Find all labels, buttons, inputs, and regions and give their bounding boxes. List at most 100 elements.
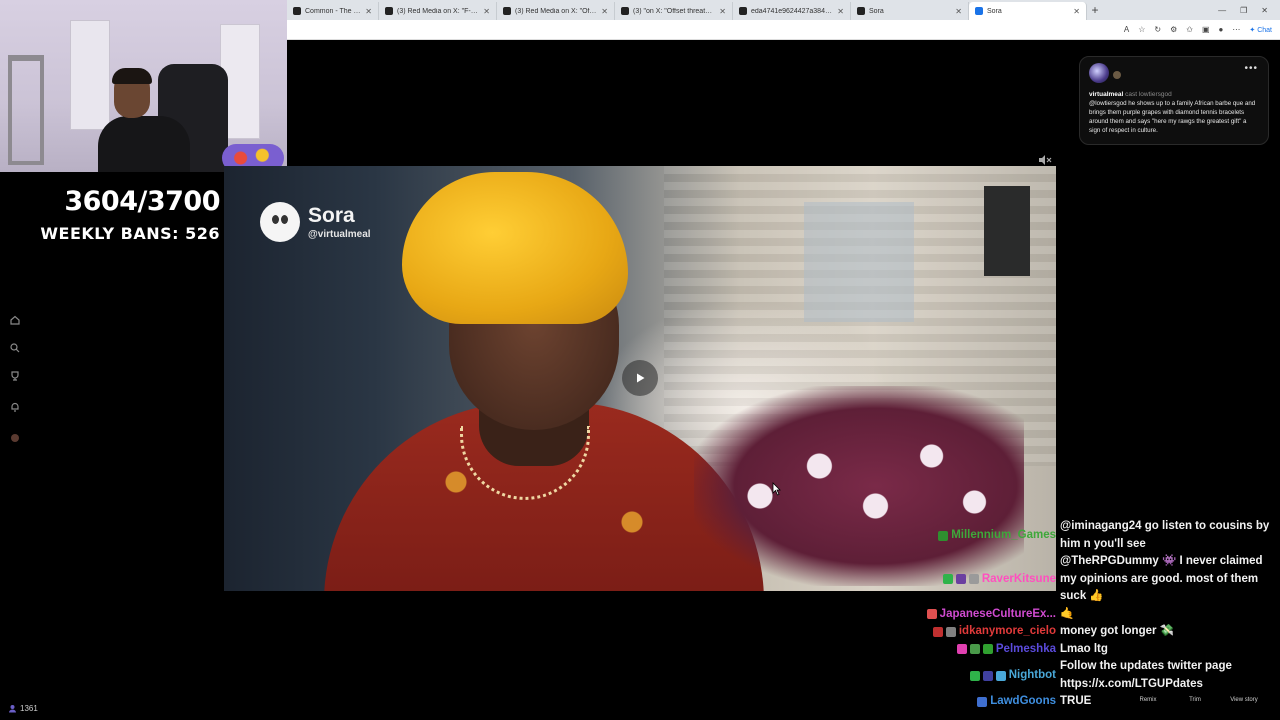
chat-text: 🤙 bbox=[1060, 607, 1075, 620]
page-favicon-icon bbox=[739, 7, 747, 15]
minimize-icon[interactable]: — bbox=[1218, 6, 1226, 15]
chat-username: Nightbot bbox=[1008, 668, 1056, 681]
streamer bbox=[98, 68, 190, 172]
mute-icon[interactable] bbox=[1038, 154, 1052, 166]
close-tab-icon[interactable]: ✕ bbox=[483, 7, 490, 16]
sora-favicon-icon bbox=[975, 7, 983, 15]
favorite-icon[interactable]: ☆ bbox=[1138, 25, 1145, 34]
post-header: virtualmeal cast lowtiersgod bbox=[1089, 91, 1259, 98]
post-cast: cast lowtiersgod bbox=[1125, 91, 1172, 98]
x-favicon-icon bbox=[503, 7, 511, 15]
close-window-icon[interactable]: ✕ bbox=[1261, 6, 1268, 15]
close-tab-icon[interactable]: ✕ bbox=[601, 7, 608, 16]
play-icon bbox=[637, 373, 645, 383]
chat-badge-icon bbox=[995, 670, 1006, 681]
home-icon[interactable] bbox=[9, 314, 21, 326]
chat-badge-icon bbox=[982, 644, 993, 655]
close-tab-icon[interactable]: ✕ bbox=[837, 7, 844, 16]
chat-text: money got longer 💸 bbox=[1060, 625, 1174, 637]
chat-badge-icon bbox=[969, 644, 980, 655]
chat-badge-icon bbox=[942, 574, 953, 585]
read-aloud-icon[interactable]: A bbox=[1124, 25, 1129, 34]
chat-badge-icon bbox=[982, 670, 993, 681]
chat-username: Millennium_Games bbox=[951, 528, 1056, 541]
chat-username: idkanymore_cielo bbox=[958, 625, 1056, 637]
chat-text: Lmao ltg bbox=[1060, 642, 1108, 655]
ban-counter: 3604/3700 bbox=[64, 186, 220, 217]
chat-message: Millennium_Games @iminagang24 go listen … bbox=[927, 518, 1272, 553]
chat-badge-icon bbox=[927, 609, 937, 620]
browser-tab[interactable]: (3) Red Media on X: "Offset Threat ✕ bbox=[497, 2, 615, 20]
browser-tab-active[interactable]: Sora ✕ bbox=[969, 2, 1087, 20]
trim-button[interactable]: Trim bbox=[1175, 697, 1215, 703]
chat-badge-icon bbox=[932, 626, 943, 637]
play-button[interactable] bbox=[622, 360, 658, 396]
chat-username: Pelmeshka bbox=[995, 642, 1056, 655]
post-caption: @lowtiersgod he shows up to a family Afr… bbox=[1089, 100, 1256, 134]
watermark-handle: @virtualmeal bbox=[308, 228, 371, 240]
tab-label: Common - The Light - You bbox=[305, 7, 361, 15]
chat-message: RaverKitsune @TheRPGDummy 👾 I never clai… bbox=[927, 553, 1272, 606]
mouse-cursor-icon bbox=[772, 482, 781, 496]
viewer-count: 1361 bbox=[8, 704, 38, 713]
close-tab-icon[interactable]: ✕ bbox=[955, 7, 962, 16]
profile-icon[interactable]: ● bbox=[1219, 25, 1224, 34]
chat-message: LawdGoons TRUE bbox=[927, 693, 1272, 711]
more-icon[interactable]: ⋯ bbox=[1232, 25, 1240, 34]
copilot-chat-button[interactable]: ✦ Chat bbox=[1249, 26, 1272, 34]
collections-icon[interactable]: ▣ bbox=[1202, 25, 1210, 34]
viewers-icon bbox=[9, 705, 16, 713]
avatar[interactable] bbox=[1089, 63, 1109, 83]
tab-favicon-icon bbox=[293, 7, 301, 15]
browser-tab-bar: Common - The Light - You ✕ (3) Red Media … bbox=[287, 0, 1280, 20]
webcam-overlay bbox=[0, 0, 287, 172]
sora-logo-icon bbox=[260, 202, 300, 242]
bell-icon[interactable] bbox=[9, 401, 21, 413]
chat-text: Follow the updates twitter page https://… bbox=[1060, 660, 1232, 690]
house-window bbox=[804, 202, 914, 322]
x-favicon-icon bbox=[621, 7, 629, 15]
browser-tab[interactable]: Sora ✕ bbox=[851, 2, 969, 20]
tab-label: (3) "on X: "Offset threatens to get bbox=[633, 7, 716, 15]
watermark-name: Sora bbox=[308, 203, 355, 227]
browser-toolbar: A ☆ ↻ ⚙ ✩ ▣ ● ⋯ ✦ Chat bbox=[287, 20, 1280, 40]
chat-badge-icon bbox=[938, 530, 949, 541]
profile-icon[interactable] bbox=[9, 432, 21, 444]
browser-tab[interactable]: (3) "on X: "Offset threatens to get✕ bbox=[615, 2, 733, 20]
new-tab-button[interactable]: + bbox=[1087, 3, 1103, 17]
chat-text: @iminagang24 go listen to cousins by him… bbox=[1060, 520, 1270, 550]
chat-badge-icon bbox=[969, 670, 980, 681]
tab-label: (3) Red Media on X: "F-List Rapper bbox=[397, 7, 480, 15]
browser-tab[interactable]: eda4741e9624427a384ca2edbe ✕ bbox=[733, 2, 851, 20]
chat-badge-icon bbox=[945, 626, 956, 637]
browser-tab[interactable]: Common - The Light - You ✕ bbox=[287, 2, 379, 20]
extensions-icon[interactable]: ⚙ bbox=[1170, 25, 1177, 34]
favorites-list-icon[interactable]: ✩ bbox=[1186, 25, 1193, 34]
refresh-icon[interactable]: ↻ bbox=[1154, 25, 1161, 34]
chat-message: idkanymore_cielo money got longer 💸 bbox=[927, 623, 1272, 641]
chat-badge-icon bbox=[956, 644, 967, 655]
browser-tab[interactable]: (3) Red Media on X: "F-List Rapper✕ bbox=[379, 2, 497, 20]
remix-button[interactable]: Remix bbox=[1128, 697, 1168, 703]
more-icon[interactable]: ••• bbox=[1244, 63, 1258, 74]
trophy-icon[interactable] bbox=[9, 370, 21, 382]
sora-favicon-icon bbox=[857, 7, 865, 15]
chat-badge-icon bbox=[977, 696, 988, 707]
close-tab-icon[interactable]: ✕ bbox=[719, 7, 726, 16]
sora-watermark: Sora @virtualmeal bbox=[260, 202, 371, 242]
chat-badge-icon bbox=[968, 574, 979, 585]
close-tab-icon[interactable]: ✕ bbox=[365, 7, 372, 16]
yellow-headwrap bbox=[402, 172, 628, 324]
search-icon[interactable] bbox=[9, 342, 21, 354]
chat-username: JapaneseCultureEx... bbox=[939, 607, 1056, 620]
post-username[interactable]: virtualmeal bbox=[1089, 91, 1123, 98]
chat-username: RaverKitsune bbox=[981, 572, 1056, 585]
maximize-icon[interactable]: ❐ bbox=[1240, 6, 1247, 15]
close-tab-icon[interactable]: ✕ bbox=[1073, 7, 1080, 16]
view-story-button[interactable]: View story bbox=[1224, 697, 1264, 703]
copilot-label: Chat bbox=[1257, 26, 1272, 34]
chat-badge-icon bbox=[955, 574, 966, 585]
chat-text: @TheRPGDummy 👾 I never claimed my opinio… bbox=[1060, 555, 1263, 602]
x-favicon-icon bbox=[385, 7, 393, 15]
post-card[interactable]: ••• virtualmeal cast lowtiersgod @lowtie… bbox=[1079, 56, 1269, 145]
